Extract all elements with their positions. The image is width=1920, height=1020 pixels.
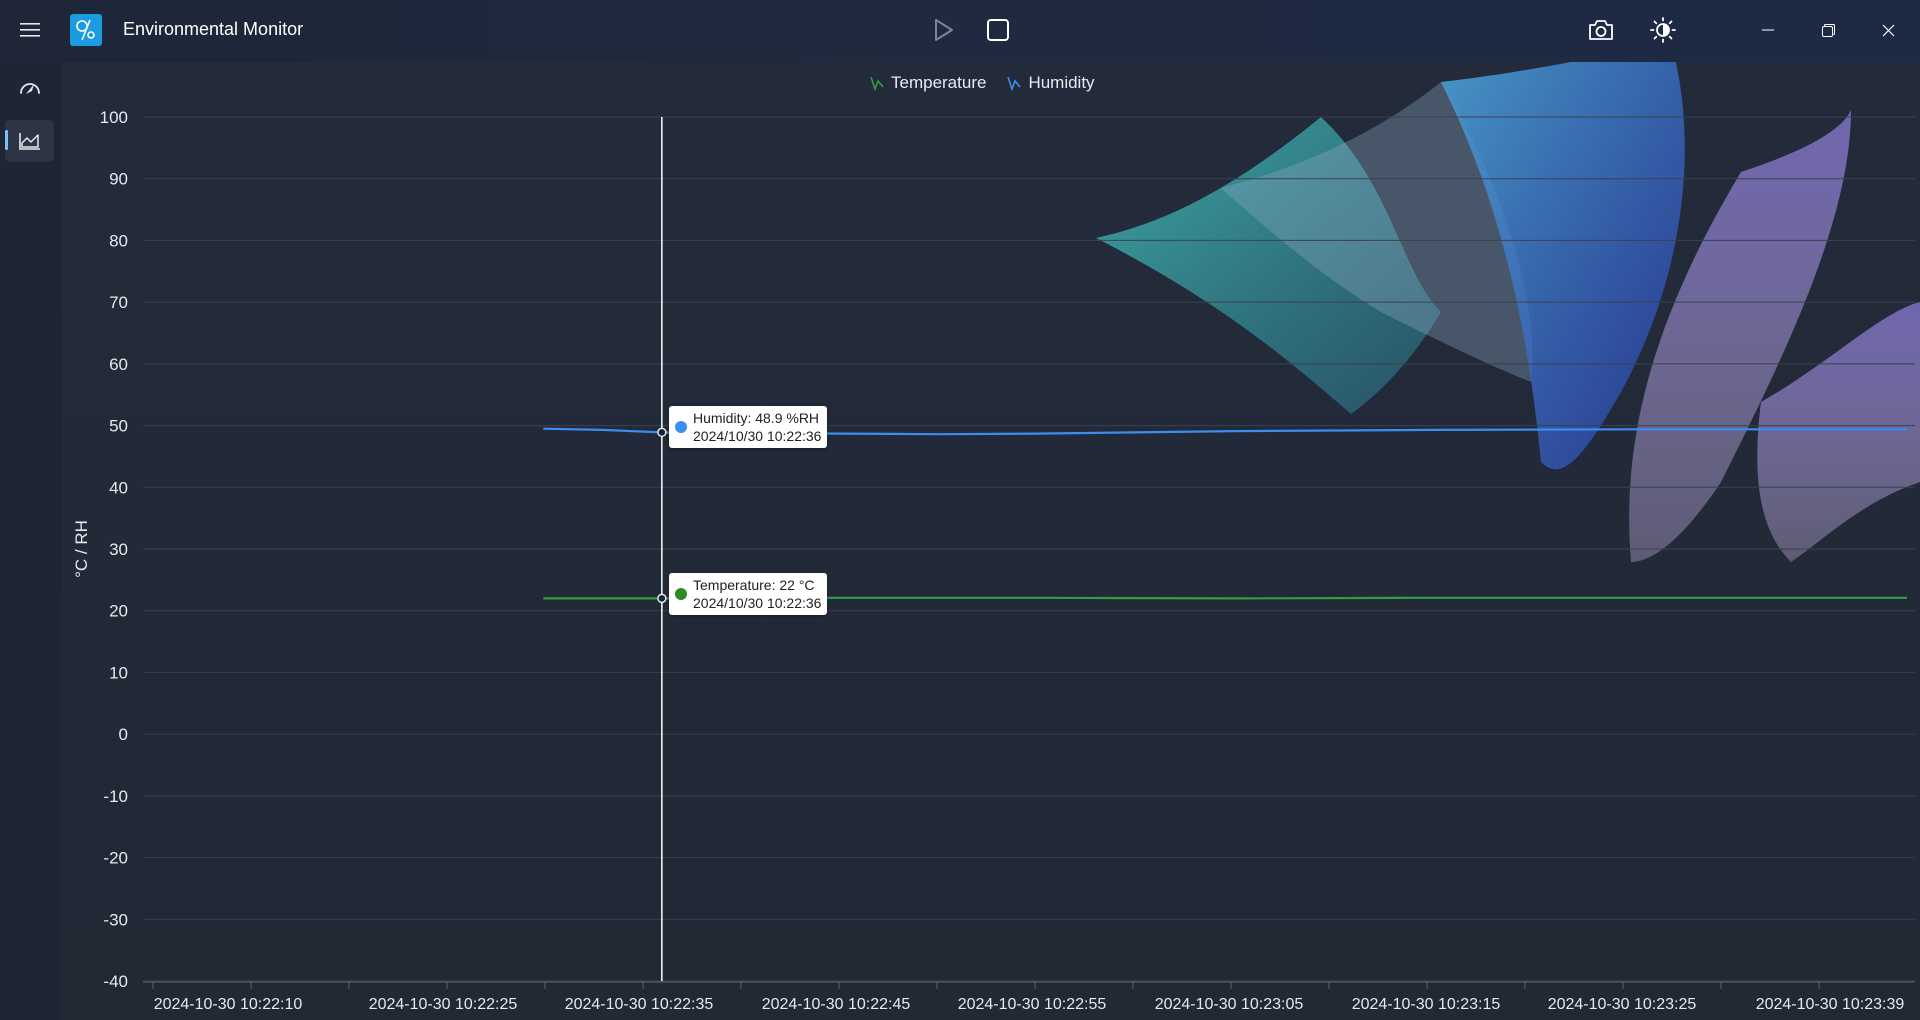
tooltip-humidity: Humidity: 48.9 %RH 2024/10/30 10:22:36 bbox=[669, 406, 828, 448]
area-chart-icon bbox=[18, 133, 40, 150]
play-button[interactable] bbox=[928, 14, 960, 46]
y-tick-label: 50 bbox=[109, 417, 128, 436]
tooltip-temperature: Temperature: 22 °C 2024/10/30 10:22:36 bbox=[669, 573, 828, 615]
legend-temperature-label: Temperature bbox=[891, 73, 987, 92]
y-tick-label: -30 bbox=[103, 910, 128, 929]
minimize-icon bbox=[1762, 29, 1774, 31]
crosshair-point-humidity bbox=[657, 427, 667, 438]
y-tick-label: -10 bbox=[103, 787, 128, 806]
restore-button[interactable] bbox=[1808, 14, 1848, 46]
brightness-icon bbox=[1650, 17, 1676, 43]
y-tick-label: 20 bbox=[109, 602, 128, 621]
theme-toggle-button[interactable] bbox=[1646, 13, 1680, 47]
nav-item-charts-icon-wrap bbox=[5, 120, 54, 162]
close-icon bbox=[1882, 24, 1894, 36]
stop-button[interactable] bbox=[982, 14, 1014, 46]
y-tick-label: 0 bbox=[119, 725, 128, 744]
line-chart[interactable]: 1009080706050403020100-10-20-30-40°C / R… bbox=[61, 62, 1920, 1020]
y-tick-label: 10 bbox=[109, 663, 128, 682]
x-tick-label: 2024-10-30 10:22:10 bbox=[154, 996, 303, 1013]
y-tick-label: -40 bbox=[103, 972, 128, 991]
y-tick-label: 30 bbox=[109, 540, 128, 559]
x-tick-label: 2024-10-30 10:22:25 bbox=[369, 996, 518, 1013]
nav-selection-indicator bbox=[5, 130, 8, 150]
tooltip-temperature-marker bbox=[675, 588, 687, 600]
tooltip-temperature-value: Temperature: 22 °C bbox=[693, 577, 815, 593]
y-tick-label: 40 bbox=[109, 478, 128, 497]
x-tick-label: 2024-10-30 10:22:35 bbox=[565, 996, 714, 1013]
x-tick-label: 2024-10-30 10:22:55 bbox=[958, 996, 1107, 1013]
nav-item-dashboard[interactable] bbox=[10, 70, 50, 106]
camera-icon bbox=[1589, 20, 1613, 40]
app-logo-icon bbox=[70, 14, 102, 46]
x-tick-label: 2024-10-30 10:23:25 bbox=[1548, 996, 1697, 1013]
app-title: Environmental Monitor bbox=[123, 19, 304, 39]
navigation-sidebar bbox=[0, 62, 61, 1020]
y-tick-label: 80 bbox=[109, 231, 128, 250]
x-tick-label: 2024-10-30 10:23:05 bbox=[1155, 996, 1304, 1013]
legend-humidity-label: Humidity bbox=[1028, 73, 1095, 92]
gauge-icon bbox=[20, 83, 40, 94]
tooltip-humidity-value: Humidity: 48.9 %RH bbox=[693, 410, 820, 426]
restore-icon bbox=[1821, 23, 1835, 37]
hamburger-menu-icon[interactable] bbox=[14, 16, 46, 44]
x-tick-label: 2024-10-30 10:23:15 bbox=[1352, 996, 1501, 1013]
close-button[interactable] bbox=[1868, 14, 1908, 46]
chart-legend: Temperature Humidity bbox=[869, 73, 1095, 93]
minimize-button[interactable] bbox=[1748, 14, 1788, 46]
stop-icon bbox=[987, 19, 1009, 41]
x-tick-label: 2024-10-30 10:23:39 bbox=[1756, 996, 1905, 1013]
tooltip-humidity-marker bbox=[675, 421, 687, 433]
y-tick-label: -20 bbox=[103, 849, 128, 868]
crosshair-point-temperature bbox=[657, 593, 667, 604]
screenshot-button[interactable] bbox=[1584, 14, 1618, 46]
y-tick-label: 100 bbox=[100, 108, 128, 127]
y-axis-title: °C / RH bbox=[72, 520, 91, 578]
tooltip-temperature-time: 2024/10/30 10:22:36 bbox=[693, 595, 822, 611]
legend-humidity-icon bbox=[1007, 76, 1022, 91]
play-icon bbox=[935, 19, 953, 41]
y-tick-label: 70 bbox=[109, 293, 128, 312]
chart-area: 100 90 80 70 60 50 40 30 20 10 0 -10 -20 -30 -40 °C / R… bbox=[61, 62, 1920, 1020]
legend-temperature-icon bbox=[870, 76, 884, 91]
y-tick-label: 90 bbox=[109, 170, 128, 189]
x-tick-label: 2024-10-30 10:22:45 bbox=[762, 996, 911, 1013]
title-bar: Environmental Monitor bbox=[0, 0, 1920, 62]
nav-item-charts[interactable] bbox=[5, 120, 54, 162]
y-tick-label: 60 bbox=[109, 355, 128, 374]
tooltip-humidity-time: 2024/10/30 10:22:36 bbox=[693, 428, 822, 444]
